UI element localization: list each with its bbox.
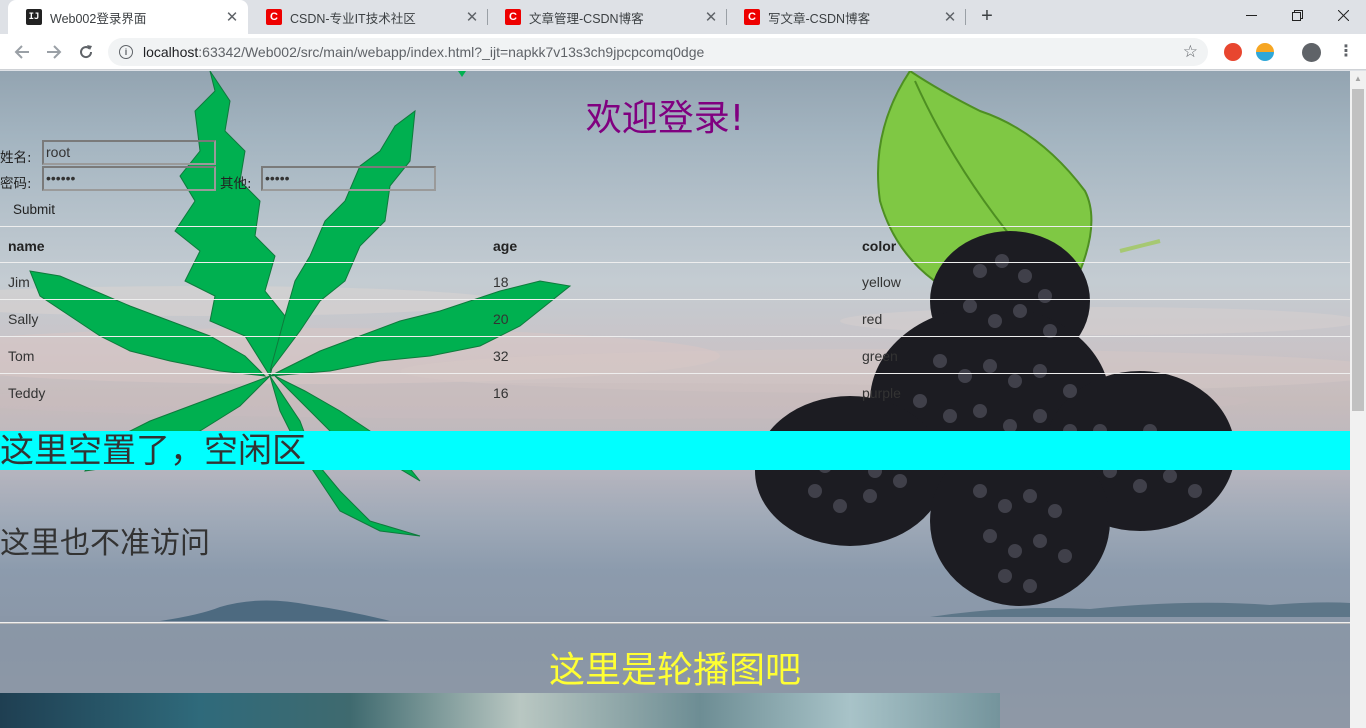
scroll-thumb[interactable] (1352, 89, 1364, 411)
cell-age: 20 (493, 311, 509, 327)
csdn-icon: C (744, 9, 760, 25)
tab-title: CSDN-专业IT技术社区 (290, 11, 416, 26)
table-row: Sally 20 red (0, 300, 1350, 337)
csdn-icon: C (266, 9, 282, 25)
cell-color: green (862, 348, 898, 364)
close-icon[interactable]: ✕ (701, 8, 721, 26)
info-icon[interactable]: i (119, 45, 133, 59)
url-text[interactable]: localhost:63342/Web002/src/main/webapp/i… (143, 44, 704, 60)
cell-age: 18 (493, 274, 509, 290)
tab-csdn-home[interactable]: C CSDN-专业IT技术社区 ✕ (248, 0, 488, 34)
name-input[interactable]: root (42, 140, 216, 165)
column-header-age: age (493, 238, 518, 254)
tab-title: 写文章-CSDN博客 (768, 11, 871, 26)
close-icon[interactable]: ✕ (462, 8, 482, 26)
tab-title: Web002登录界面 (50, 11, 147, 26)
tab-csdn-article-manage[interactable]: C 文章管理-CSDN博客 ✕ (487, 0, 727, 34)
url-host: localhost (143, 44, 199, 60)
cell-color: red (862, 311, 883, 327)
carousel-title: 这里是轮播图吧 (548, 650, 801, 691)
cell-name: Jim (8, 274, 30, 290)
table-row: Teddy 16 purple (0, 374, 1350, 411)
cell-name: Tom (8, 348, 35, 364)
cell-name: Sally (8, 311, 39, 327)
idle-area-banner: 这里空置了，空闲区 (0, 431, 1350, 471)
window-close-icon[interactable] (1320, 0, 1366, 30)
tab-csdn-write-article[interactable]: C 写文章-CSDN博客 ✕ (726, 0, 966, 34)
tab-web002-login[interactable]: IJ Web002登录界面 ✕ (8, 0, 248, 34)
csdn-icon: C (505, 9, 521, 25)
island-shape (160, 600, 390, 621)
divider (0, 622, 1350, 624)
no-access-text: 这里也不准访问 (0, 526, 210, 561)
back-icon[interactable] (10, 40, 34, 64)
column-header-name: name (8, 238, 45, 254)
tab-strip: IJ Web002登录界面 ✕ C CSDN-专业IT技术社区 ✕ C 文章管理… (0, 0, 1366, 34)
table-row: Jim 18 yellow (0, 263, 1350, 300)
cell-name: Teddy (8, 385, 46, 401)
password-label: 密码: (0, 176, 32, 192)
page-scrollbar[interactable]: ▲ (1350, 71, 1366, 728)
reload-icon[interactable] (74, 40, 98, 64)
close-icon[interactable]: ✕ (222, 8, 242, 26)
url-path: :63342/Web002/src/main/webapp/index.html… (198, 44, 705, 60)
cell-age: 32 (493, 348, 509, 364)
close-icon[interactable]: ✕ (940, 8, 960, 26)
forward-icon[interactable] (42, 40, 66, 64)
page-viewport: 欢迎登录! 姓名: root 密码: •••••• 其他: ••••• Subm… (0, 71, 1350, 728)
table-header-row: name age color (0, 226, 1350, 263)
submit-button[interactable]: Submit (13, 202, 55, 217)
tab-separator (965, 9, 966, 25)
scroll-up-arrow-icon[interactable]: ▲ (1350, 71, 1366, 87)
password-input[interactable]: •••••• (42, 166, 216, 191)
other-password-input[interactable]: ••••• (261, 166, 436, 191)
profile-icon[interactable] (1302, 43, 1321, 62)
cell-color: yellow (862, 274, 901, 290)
minimize-icon[interactable] (1228, 0, 1274, 30)
bookmark-star-icon[interactable]: ☆ (1183, 42, 1198, 62)
extension-icon[interactable] (1256, 43, 1274, 61)
column-header-color: color (862, 238, 897, 254)
intellij-icon: IJ (26, 9, 42, 25)
other-label: 其他: (220, 176, 252, 192)
address-bar[interactable]: i localhost:63342/Web002/src/main/webapp… (108, 38, 1208, 66)
tab-title: 文章管理-CSDN博客 (529, 11, 644, 26)
cell-age: 16 (493, 385, 509, 401)
table-row: Tom 32 green (0, 337, 1350, 374)
name-label: 姓名: (0, 150, 32, 166)
page-title: 欢迎登录! (585, 98, 745, 139)
cell-color: purple (862, 385, 901, 401)
browser-toolbar: i localhost:63342/Web002/src/main/webapp… (0, 34, 1366, 70)
carousel-image[interactable] (0, 693, 1000, 728)
new-tab-icon[interactable]: + (976, 5, 998, 27)
menu-icon[interactable]: ⋮ (1338, 41, 1354, 61)
extension-icon[interactable] (1224, 43, 1242, 61)
restore-icon[interactable] (1274, 0, 1320, 30)
